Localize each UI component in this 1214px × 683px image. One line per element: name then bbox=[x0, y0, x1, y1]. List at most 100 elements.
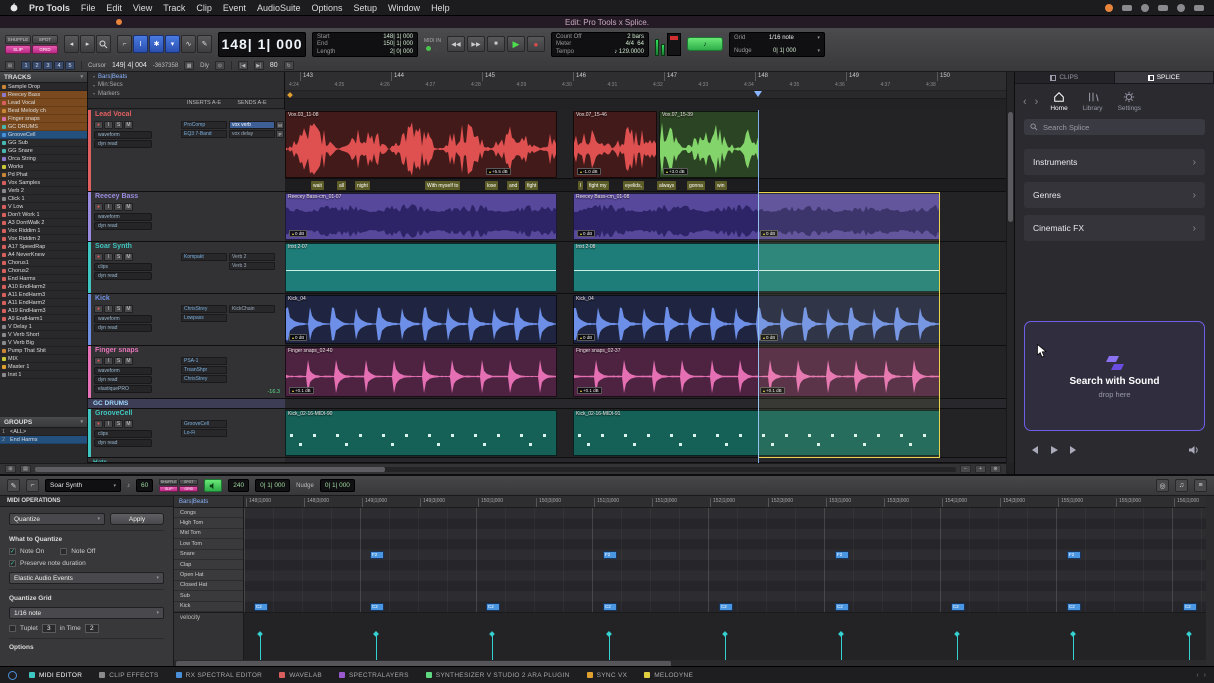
record-enable-button[interactable]: ● bbox=[94, 203, 103, 211]
mute-button[interactable]: M bbox=[124, 357, 133, 365]
apply-button[interactable]: Apply bbox=[110, 513, 164, 525]
sidebar-track-vox-samples[interactable]: Vox Samples bbox=[0, 179, 87, 187]
input-monitor-button[interactable]: I bbox=[104, 203, 113, 211]
track-view-selector[interactable]: waveform bbox=[94, 213, 152, 221]
insert-slot[interactable]: Kompakt bbox=[181, 253, 227, 261]
play-button[interactable]: ▶ bbox=[507, 36, 525, 52]
options-section-title[interactable]: Options bbox=[9, 644, 164, 651]
sidebar-track-chorus2[interactable]: Chorus2 bbox=[0, 267, 87, 275]
midi-nudge-value[interactable]: 0| 1| 000 bbox=[320, 479, 355, 492]
insert-slot[interactable]: ProComp bbox=[181, 121, 227, 129]
rewind-button[interactable]: ◀◀ bbox=[447, 36, 465, 52]
edit-selection[interactable] bbox=[758, 192, 940, 458]
lyric-clip[interactable]: fight bbox=[525, 181, 538, 190]
timeline-ruler[interactable]: 143144145146147148149150 4:244:254:264:2… bbox=[285, 72, 1006, 99]
dock-tab-sync-vx[interactable]: SYNC VX bbox=[587, 672, 628, 679]
window-titlebar[interactable]: Edit: Pro Tools x Splice. bbox=[0, 16, 1214, 28]
sidebar-track-pump-that-shit[interactable]: Pump That Shit bbox=[0, 347, 87, 355]
track-automation-selector[interactable]: dyn read bbox=[94, 376, 152, 384]
send-slot[interactable]: Verb 3 bbox=[229, 262, 275, 270]
marker-icon[interactable] bbox=[287, 92, 293, 98]
delay-compensation-button[interactable]: ⊙ bbox=[215, 61, 225, 70]
midi-ruler[interactable]: 148|1|000148|3|000149|1|000149|3|000150|… bbox=[244, 496, 1206, 508]
velocity-stem[interactable] bbox=[376, 634, 377, 660]
operation-select[interactable]: Quantize▾ bbox=[9, 513, 105, 525]
next-sample-button[interactable] bbox=[1069, 445, 1079, 455]
sidebar-track-a11-endharm2[interactable]: A11 EndHarm2 bbox=[0, 299, 87, 307]
quantize-what-select[interactable]: Elastic Audio Events▾ bbox=[9, 572, 164, 584]
horizontal-scrollbar[interactable] bbox=[35, 467, 956, 472]
track-lane-lead-vocal[interactable]: Vox.03_11-08▴+5.5 dBVox.07_15-46▴-1.0 dB… bbox=[285, 110, 1006, 192]
nav-library[interactable]: Library bbox=[1083, 91, 1103, 112]
tab-splice[interactable]: SPLICE bbox=[1115, 72, 1214, 84]
notification-dot-icon[interactable] bbox=[1105, 4, 1113, 12]
dock-tab-melodyne[interactable]: MELODYNE bbox=[644, 672, 693, 679]
zoom-in-arrow-button[interactable]: ▸ bbox=[80, 35, 95, 53]
record-enable-button[interactable]: ● bbox=[94, 305, 103, 313]
track-header-kick[interactable]: Kick●ISMwaveformdyn readChrisStreyLowpas… bbox=[88, 294, 285, 346]
sidebar-track-lead-vocal[interactable]: Lead Vocal bbox=[0, 99, 87, 107]
grabber-tool-button[interactable]: ✱ bbox=[149, 35, 164, 53]
drum-key-closed-hat[interactable]: Closed Hat bbox=[174, 581, 243, 591]
sidebar-track-a4-neverknew[interactable]: A4 NeverKnew bbox=[0, 251, 87, 259]
sidebar-track-v-verb-short[interactable]: V Verb Short bbox=[0, 331, 87, 339]
sidebar-track-works[interactable]: Works bbox=[0, 163, 87, 171]
audio-clip[interactable]: Finger snaps_02-40▴+0.1 dB bbox=[285, 347, 557, 397]
dock-tab-clip-effects[interactable]: CLIP EFFECTS bbox=[99, 672, 158, 679]
volume-icon[interactable] bbox=[1188, 445, 1200, 455]
insert-slot[interactable]: TrsanShpr bbox=[181, 366, 227, 374]
mute-button[interactable]: M bbox=[124, 203, 133, 211]
tuplet-numerator-field[interactable]: 3 bbox=[42, 624, 56, 633]
midi-note[interactable]: C2 bbox=[1183, 603, 1197, 611]
lyric-clip[interactable]: all bbox=[337, 181, 346, 190]
lyric-clip[interactable]: fight my bbox=[587, 181, 609, 190]
midi-note[interactable]: C2 bbox=[719, 603, 733, 611]
insert-slot[interactable]: Lowpass bbox=[181, 314, 227, 322]
insert-slot[interactable]: GrooveCell bbox=[181, 420, 227, 428]
lyric-clip[interactable]: lose bbox=[485, 181, 498, 190]
sidebar-track-a9-endharm1[interactable]: A9 EndHarm1 bbox=[0, 315, 87, 323]
zoom-out-arrow-button[interactable]: ◂ bbox=[64, 35, 79, 53]
menu-pro-tools[interactable]: Pro Tools bbox=[29, 3, 70, 13]
sidebar-track-gg-snare[interactable]: GG Snare bbox=[0, 147, 87, 155]
audio-clip[interactable]: Vox.07_15-39▴+3.0 dB bbox=[659, 111, 759, 178]
audio-clip[interactable]: Vox.03_11-08▴+5.5 dB bbox=[285, 111, 557, 178]
midi-grid-value[interactable]: 0| 1| 000 bbox=[255, 479, 290, 492]
target-window-icon[interactable] bbox=[8, 671, 17, 680]
sidebar-track-end-harms[interactable]: End Harms bbox=[0, 275, 87, 283]
scroll-options-button[interactable]: ⊞ bbox=[5, 465, 16, 473]
sidebar-track-verb-2[interactable]: Verb 2 bbox=[0, 187, 87, 195]
velocity-stem[interactable] bbox=[957, 634, 958, 660]
track-name[interactable]: Finger snaps bbox=[95, 347, 139, 354]
track-view-selector[interactable]: waveform bbox=[94, 315, 152, 323]
drum-key-mid-tom[interactable]: Mid Tom bbox=[174, 529, 243, 539]
velocity-stem[interactable] bbox=[609, 634, 610, 660]
search-with-sound-dropzone[interactable]: Search with Sound drop here bbox=[1024, 321, 1205, 431]
track-header-groovecell[interactable]: GrooveCell●ISMclipsdyn readGrooveCellLo-… bbox=[88, 409, 285, 458]
track-automation-selector[interactable]: dyn read bbox=[94, 439, 152, 447]
audio-clip[interactable]: Inst 2-07 bbox=[285, 243, 557, 292]
track-automation-selector[interactable]: dyn read bbox=[94, 140, 152, 148]
midi-note[interactable]: F2 bbox=[1067, 551, 1081, 559]
midi-note[interactable]: C2 bbox=[951, 603, 965, 611]
pencil-tool-button[interactable]: ✎ bbox=[7, 479, 20, 492]
lyric-clip[interactable]: wait bbox=[311, 181, 324, 190]
zoom-target-button[interactable]: ⊕ bbox=[990, 465, 1001, 473]
midi-note-grid[interactable]: C2F2C2C2F2C2C2F2C2C2F2C2C2 bbox=[244, 508, 1206, 612]
sidebar-track-a10-endharm2[interactable]: A10 EndHarm2 bbox=[0, 283, 87, 291]
midi-note[interactable]: F2 bbox=[603, 551, 617, 559]
smart-tool-button[interactable]: ▾ bbox=[165, 35, 180, 53]
menu-options[interactable]: Options bbox=[311, 3, 342, 13]
midi-note[interactable]: F2 bbox=[835, 551, 849, 559]
sidebar-track-gc-drums[interactable]: GC DRUMS bbox=[0, 123, 87, 131]
control-center-icon[interactable] bbox=[1194, 5, 1204, 11]
step-forward-button[interactable]: ▶| bbox=[254, 61, 264, 70]
apple-menu-icon[interactable] bbox=[10, 3, 18, 12]
mute-button[interactable]: M bbox=[124, 121, 133, 129]
mode-slip-button[interactable]: SLIP bbox=[159, 486, 178, 492]
trim-tool-button[interactable]: ⌐ bbox=[117, 35, 132, 53]
send-slot[interactable]: Verb 2 bbox=[229, 253, 275, 261]
start-value[interactable]: 148| 1| 000 bbox=[383, 34, 413, 40]
sidebar-track-click-1[interactable]: Click 1 bbox=[0, 195, 87, 203]
sidebar-track-mix[interactable]: MIX bbox=[0, 355, 87, 363]
